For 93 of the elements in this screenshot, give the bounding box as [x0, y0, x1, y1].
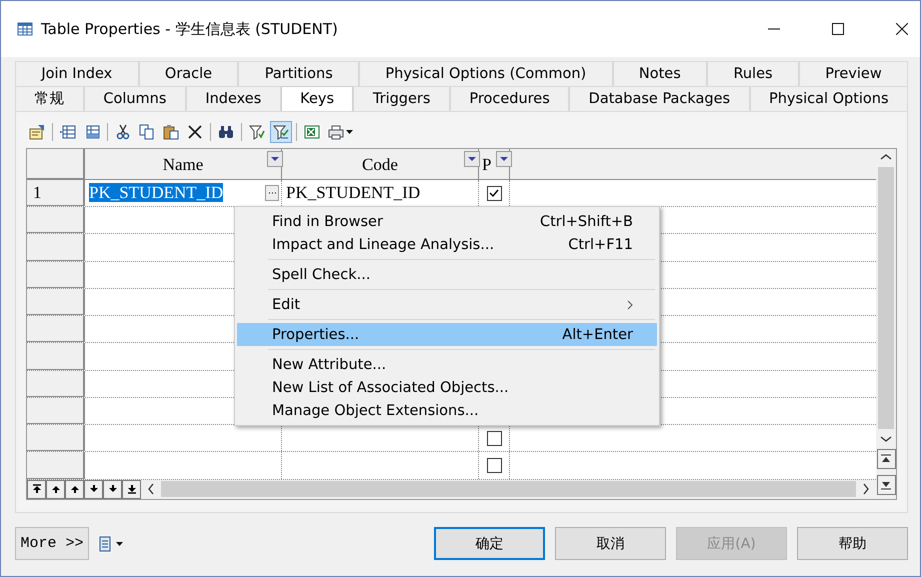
- tab[interactable]: Keys: [280, 86, 354, 111]
- menu-label: Find in Browser: [272, 214, 384, 230]
- row-header[interactable]: [27, 316, 85, 342]
- scissors-icon: [115, 124, 131, 140]
- menu-label: Impact and Lineage Analysis...: [272, 236, 496, 252]
- row-header[interactable]: [27, 234, 85, 261]
- row-header[interactable]: 1: [27, 180, 85, 206]
- up-arrow-icon: [70, 484, 80, 494]
- dialog-button[interactable]: 帮助: [797, 527, 908, 560]
- menu-item[interactable]: Manage Object Extensions...: [237, 399, 657, 422]
- tab[interactable]: Physical Options: [750, 86, 908, 111]
- menu-label: New List of Associated Objects...: [272, 380, 510, 396]
- move-row-button[interactable]: [65, 480, 84, 499]
- cell-text: PK_STUDENT_ID: [89, 183, 224, 202]
- scroll-top-button[interactable]: [876, 449, 896, 469]
- menu-label: Manage Object Extensions...: [272, 402, 480, 418]
- move-row-button[interactable]: [46, 480, 65, 499]
- menu-label: Properties...: [272, 326, 360, 342]
- checkbox[interactable]: [486, 186, 502, 201]
- down-arrow-icon: [126, 484, 136, 494]
- tab[interactable]: Procedures: [450, 86, 570, 111]
- row-header[interactable]: [27, 288, 85, 316]
- insert-row-icon: [60, 124, 76, 140]
- menu-item[interactable]: Impact and Lineage Analysis... Ctrl+F11: [237, 233, 657, 256]
- menu-item[interactable]: Properties... Alt+Enter: [237, 323, 657, 346]
- tab[interactable]: Partitions: [238, 61, 360, 86]
- tab[interactable]: Indexes: [186, 86, 281, 111]
- move-row-button[interactable]: [122, 480, 141, 499]
- down-arrow-icon: [108, 484, 118, 494]
- down-arrow-icon: [88, 484, 98, 494]
- move-row-button[interactable]: [84, 480, 103, 499]
- menu-item[interactable]: Find in Browser Ctrl+Shift+B: [237, 210, 657, 233]
- tab[interactable]: Rules: [707, 61, 799, 86]
- maximize-icon[interactable]: [832, 23, 844, 35]
- paste-icon: [163, 124, 179, 140]
- vertical-scrollbar[interactable]: [876, 149, 896, 499]
- up-arrow-icon: [880, 454, 892, 464]
- table-cell[interactable]: PK_STUDENT_ID: [85, 180, 282, 206]
- row-header[interactable]: [27, 370, 85, 397]
- menu-item[interactable]: Spell Check...: [237, 263, 657, 286]
- checklist-icon: [273, 124, 289, 140]
- menu-label: Edit: [272, 296, 302, 312]
- menu-item[interactable]: Edit: [237, 293, 657, 316]
- move-row-button[interactable]: [27, 480, 46, 499]
- printer-icon[interactable]: [99, 536, 125, 552]
- dialog-button[interactable]: 确定: [434, 527, 545, 560]
- scrollbar-thumb[interactable]: [878, 167, 894, 429]
- menu-label: New Attribute...: [272, 356, 388, 372]
- printer-icon: [328, 124, 354, 140]
- up-arrow-icon: [32, 484, 42, 494]
- up-arrow-icon: [50, 484, 60, 494]
- menu-shortcut: Alt+Enter: [562, 326, 633, 342]
- tab[interactable]: Join Index: [15, 61, 139, 86]
- tab[interactable]: Preview: [798, 61, 908, 86]
- filter-icon: [249, 124, 265, 140]
- window-title: Table Properties - 学生信息表 (STUDENT): [41, 20, 338, 38]
- column-header[interactable]: Code: [282, 149, 479, 179]
- tab[interactable]: Triggers: [353, 86, 450, 111]
- dialog-button[interactable]: 取消: [555, 527, 666, 560]
- add-row-icon: [84, 124, 100, 140]
- checkmark-icon: [488, 187, 500, 200]
- ellipsis-icon: [268, 191, 276, 195]
- menu-item[interactable]: New Attribute...: [237, 353, 657, 376]
- row-header[interactable]: [27, 343, 85, 370]
- delete-icon: [187, 124, 203, 140]
- row-header[interactable]: [27, 398, 85, 424]
- copy-icon: [139, 124, 155, 140]
- more-button[interactable]: More >>: [15, 527, 89, 560]
- tab[interactable]: Columns: [84, 86, 186, 111]
- spreadsheet-icon: [304, 124, 320, 140]
- tab[interactable]: 常规: [15, 86, 84, 111]
- row-header[interactable]: [27, 207, 85, 234]
- table-icon: [17, 21, 33, 37]
- checkbox[interactable]: [486, 458, 502, 473]
- menu-item[interactable]: New List of Associated Objects...: [237, 376, 657, 399]
- close-icon[interactable]: [896, 23, 908, 35]
- scroll-bottom-button[interactable]: [876, 475, 896, 495]
- tab[interactable]: Physical Options (Common): [359, 61, 613, 86]
- menu-shortcut: Ctrl+Shift+B: [540, 214, 633, 230]
- toolbar-button[interactable]: [270, 121, 292, 143]
- binoculars-icon: [218, 124, 234, 140]
- row-header[interactable]: [27, 262, 85, 288]
- tab[interactable]: Notes: [612, 61, 708, 86]
- column-header[interactable]: Name: [85, 149, 282, 179]
- tab[interactable]: Database Packages: [569, 86, 750, 111]
- row-header[interactable]: [27, 425, 85, 452]
- properties-icon: [29, 124, 45, 140]
- move-row-button[interactable]: [103, 480, 122, 499]
- down-arrow-icon: [880, 480, 892, 490]
- tab[interactable]: Oracle: [138, 61, 238, 86]
- menu-label: Spell Check...: [272, 266, 372, 282]
- menu-shortcut: Ctrl+F11: [568, 236, 633, 252]
- checkbox[interactable]: [486, 430, 502, 446]
